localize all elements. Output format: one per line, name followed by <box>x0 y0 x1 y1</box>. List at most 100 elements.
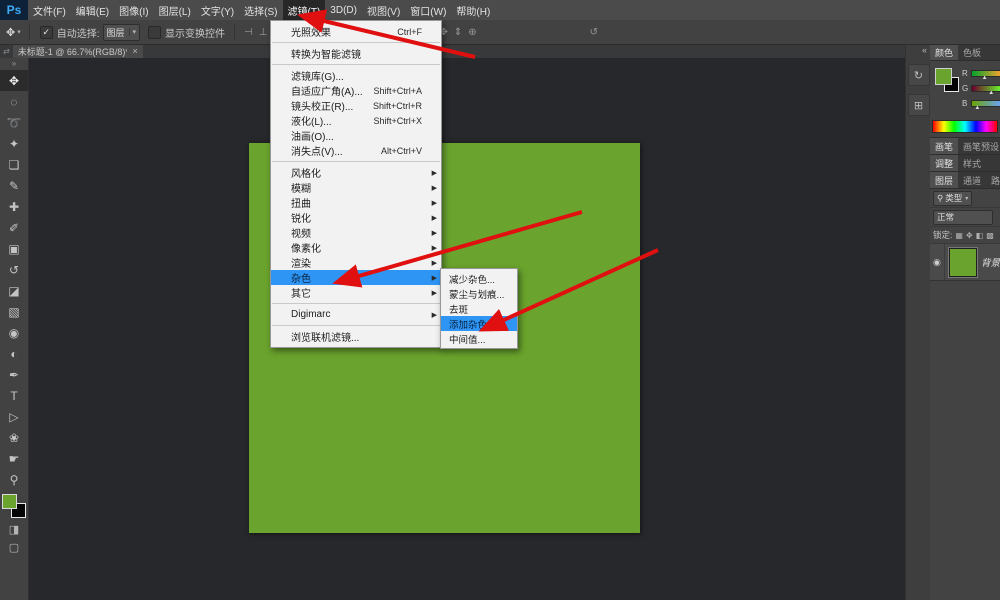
eyedropper-tool[interactable]: ✎ <box>0 175 28 196</box>
menubar-item-3[interactable]: 图像(I) <box>114 0 153 20</box>
path-selection-tool[interactable]: ▷ <box>0 406 28 427</box>
menubar-item-6[interactable]: 选择(S) <box>239 0 282 20</box>
3d-mode-icon-5[interactable]: ⊕ <box>468 27 476 38</box>
menubar-item-7[interactable]: 滤镜(T) <box>283 0 326 20</box>
filter-menu-item[interactable]: 视频▶ <box>271 225 441 240</box>
blur-tool[interactable]: ◉ <box>0 322 28 343</box>
filter-menu-item[interactable]: 浏览联机滤镜... <box>271 329 441 344</box>
menubar-item-11[interactable]: 帮助(H) <box>451 0 495 20</box>
layer-thumbnail[interactable] <box>949 248 977 277</box>
blend-mode-dropdown[interactable]: 正常 <box>933 210 993 225</box>
align-icon-1[interactable]: ⊣ <box>244 27 253 38</box>
filter-menu-item[interactable]: 自适应广角(A)...Shift+Ctrl+A <box>271 83 441 98</box>
filter-menu-item[interactable]: 渲染▶ <box>271 255 441 270</box>
crop-tool[interactable]: ❏ <box>0 154 28 175</box>
filter-menu-item[interactable]: Digimarc▶ <box>271 307 441 322</box>
custom-shape-tool[interactable]: ❀ <box>0 427 28 448</box>
noise-submenu-item[interactable]: 去斑 <box>441 301 517 316</box>
quick-selection-tool[interactable]: ✦ <box>0 133 28 154</box>
zoom-tool[interactable]: ⚲ <box>0 469 28 490</box>
menubar-item-10[interactable]: 窗口(W) <box>405 0 451 20</box>
noise-submenu-item[interactable]: 蒙尘与划痕... <box>441 286 517 301</box>
slider-marker[interactable]: ▲ <box>974 105 980 111</box>
noise-submenu-item[interactable]: 中间值... <box>441 331 517 346</box>
lock-icon-1[interactable]: ▦ <box>955 231 963 240</box>
filter-menu-item[interactable]: 扭曲▶ <box>271 195 441 210</box>
slider-marker[interactable]: ▲ <box>982 75 988 81</box>
channel-slider[interactable]: ▲ <box>971 100 1000 107</box>
tab-color-2[interactable]: 色板 <box>958 44 986 60</box>
align-icon-2[interactable]: ⊥ <box>259 27 268 38</box>
tab-layers-2[interactable]: 通道 <box>958 172 986 188</box>
auto-select-target-dropdown[interactable]: 图层 ▾ <box>103 24 141 41</box>
3d-mode-icon-4[interactable]: ⇕ <box>454 27 462 38</box>
menubar-item-2[interactable]: 编辑(E) <box>71 0 114 20</box>
filter-menu-item[interactable]: 滤镜库(G)... <box>271 68 441 83</box>
filter-menu-item[interactable]: 转换为智能滤镜 <box>271 46 441 61</box>
filter-menu-item[interactable]: 模糊▶ <box>271 180 441 195</box>
type-tool[interactable]: T <box>0 385 28 406</box>
tab-layers-3[interactable]: 路径 <box>986 172 1000 188</box>
spot-healing-tool[interactable]: ✚ <box>0 196 28 217</box>
menubar-item-5[interactable]: 文字(Y) <box>196 0 239 20</box>
tab-color-1[interactable]: 颜色 <box>930 44 958 60</box>
filter-menu-item[interactable]: 镜头校正(R)...Shift+Ctrl+R <box>271 98 441 113</box>
quick-mask-button[interactable]: ◨ <box>0 520 28 538</box>
document-tab[interactable]: 未标题-1 @ 66.7%(RGB/8)* × <box>13 44 143 58</box>
eraser-tool[interactable]: ◪ <box>0 280 28 301</box>
channel-slider[interactable]: ▲ <box>971 85 1000 92</box>
filter-menu-item[interactable]: 消失点(V)...Alt+Ctrl+V <box>271 143 441 158</box>
marquee-tool[interactable]: ◌ <box>0 91 28 112</box>
brush-tool[interactable]: ✐ <box>0 217 28 238</box>
tab-adjust-2[interactable]: 样式 <box>958 155 986 171</box>
layer-visibility-eye-icon[interactable]: ◉ <box>930 244 945 280</box>
noise-submenu-item[interactable]: 减少杂色... <box>441 271 517 286</box>
menubar-item-4[interactable]: 图层(L) <box>154 0 196 20</box>
move-tool[interactable]: ✥ <box>0 70 28 91</box>
tab-adjust-1[interactable]: 调整 <box>930 155 958 171</box>
arrange-documents-icon[interactable]: ⇄ <box>0 44 13 58</box>
foreground-color-swatch[interactable] <box>2 494 17 509</box>
tool-preset-arrow-icon[interactable]: ▾ <box>17 28 21 36</box>
filter-menu-item[interactable]: 液化(L)...Shift+Ctrl+X <box>271 113 441 128</box>
filter-menu-item[interactable]: 风格化▶ <box>271 165 441 180</box>
pen-tool[interactable]: ✒ <box>0 364 28 385</box>
lock-icon-2[interactable]: ✥ <box>966 231 973 240</box>
filter-menu-item[interactable]: 杂色▶ <box>271 270 441 285</box>
move-tool-icon[interactable]: ✥ <box>6 26 15 39</box>
history-brush-tool[interactable]: ↺ <box>0 259 28 280</box>
screen-mode-button[interactable]: ▢ <box>0 538 28 556</box>
close-icon[interactable]: × <box>132 46 137 56</box>
menubar-item-9[interactable]: 视图(V) <box>362 0 405 20</box>
dodge-tool[interactable]: ◐ <box>0 343 28 364</box>
slider-marker[interactable]: ▲ <box>988 90 994 96</box>
foreground-color-swatch[interactable] <box>935 68 952 85</box>
toolbar-collapse-icon[interactable]: » <box>12 58 16 70</box>
channel-slider[interactable]: ▲ <box>971 70 1000 77</box>
color-spectrum-ramp[interactable] <box>932 120 998 133</box>
tab-brush-1[interactable]: 画笔 <box>930 138 958 154</box>
filter-menu-item[interactable]: 锐化▶ <box>271 210 441 225</box>
history-panel-icon[interactable]: ↻ <box>908 64 930 86</box>
hand-tool[interactable]: ☛ <box>0 448 28 469</box>
filter-menu-item[interactable]: 光照效果Ctrl+F <box>271 24 441 39</box>
tab-layers-1[interactable]: 图层 <box>930 172 958 188</box>
layer-filter-dropdown[interactable]: ⚲ 类型 ▾ <box>933 191 972 206</box>
lock-icon-3[interactable]: ◧ <box>976 231 984 240</box>
menubar-item-8[interactable]: 3D(D) <box>325 0 362 20</box>
menubar-item-1[interactable]: 文件(F) <box>28 0 71 20</box>
auto-select-checkbox[interactable]: ✓ <box>40 26 53 39</box>
app-logo[interactable]: Ps <box>0 0 28 20</box>
gradient-tool[interactable]: ▧ <box>0 301 28 322</box>
layer-row[interactable]: ◉ 背景 <box>930 244 1000 281</box>
lasso-tool[interactable]: ➰ <box>0 112 28 133</box>
clone-stamp-tool[interactable]: ▣ <box>0 238 28 259</box>
noise-submenu-item[interactable]: 添加杂色... <box>441 316 517 331</box>
tab-brush-2[interactable]: 画笔预设 <box>958 138 1000 154</box>
rotate-view-icon[interactable]: ↺ <box>590 27 598 38</box>
show-transform-checkbox[interactable] <box>148 26 161 39</box>
lock-icon-4[interactable]: ▩ <box>986 231 994 240</box>
properties-panel-icon[interactable]: ⊞ <box>908 94 930 116</box>
filter-menu-item[interactable]: 像素化▶ <box>271 240 441 255</box>
filter-menu-item[interactable]: 其它▶ <box>271 285 441 300</box>
